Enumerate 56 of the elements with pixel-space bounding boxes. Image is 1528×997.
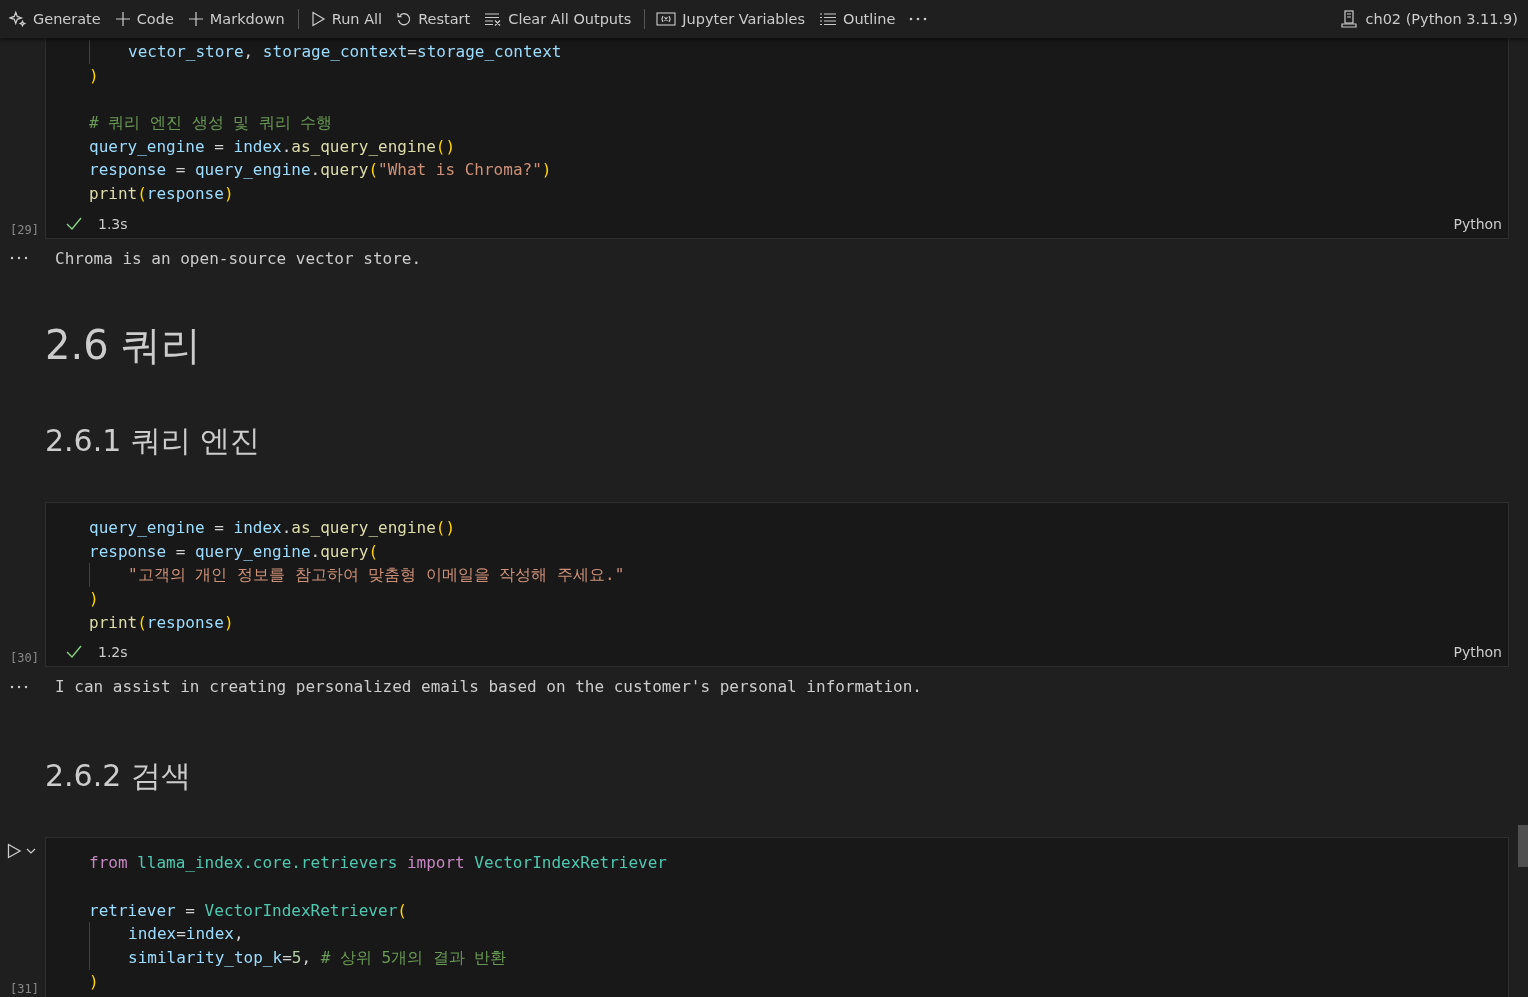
code-line: )	[89, 64, 100, 87]
kernel-picker[interactable]: ch02 (Python 3.11.9)	[1335, 7, 1524, 31]
chevron-down-icon	[26, 848, 36, 855]
more-icon[interactable]	[909, 17, 928, 21]
code-line: print(response)	[89, 611, 235, 634]
language-label[interactable]: Python	[1453, 215, 1502, 232]
variables-button[interactable]: Jupyter Variables	[651, 8, 810, 30]
play-icon	[6, 843, 22, 860]
cell-output: I can assist in creating personalized emails based on the customer's personal information.	[55, 677, 922, 697]
code-line: response = query_engine.query(	[89, 540, 379, 563]
code-line: from llama_index.core.retrievers import VectorIndexRetriever	[89, 852, 668, 875]
code-cell[interactable]: query_engine = index.as_query_engine() response = query_engine.query( "고객의 개인 정보를 참고하여 맞춤형 이메일을 작성해 주세요." ) print(response) 1.2s Python	[45, 501, 1509, 668]
code-cell[interactable]: vector_store, storage_context=storage_context ) # 쿼리 엔진 생성 및 쿼리 수행 query_engine = index.as_query_engine() response = query_engine.query("What is Chroma?") print(response) 1.3s Python	[45, 38, 1509, 239]
language-label[interactable]: Python	[1453, 644, 1502, 661]
code-cell[interactable]: from llama_index.core.retrievers import VectorIndexRetriever retriever = VectorIndexRetriever( index=index, similarity_top_k=5, # 상위 5개의 결과 반환 )	[45, 837, 1509, 997]
clear-list-icon	[484, 11, 503, 27]
execution-count: [29]	[10, 222, 39, 237]
run-duration: 1.3s	[98, 215, 128, 232]
scrollbar-thumb[interactable]	[1518, 825, 1528, 867]
code-line: retriever = VectorIndexRetriever(	[89, 899, 408, 922]
plus-icon	[114, 11, 131, 27]
code-line: )	[89, 970, 100, 993]
outline-button[interactable]: Outline	[814, 8, 901, 30]
run-cell-button[interactable]	[6, 843, 36, 860]
sparkle-icon	[9, 10, 27, 28]
play-icon	[309, 11, 326, 27]
list-icon	[819, 11, 837, 27]
add-button[interactable]: Markdown	[182, 8, 290, 30]
code-line: vector_store, storage_context=storage_context	[89, 40, 1508, 64]
variables-icon	[656, 11, 677, 27]
restart-button[interactable]: Restart	[391, 8, 476, 30]
code-line: print(response)	[89, 183, 235, 206]
restart-icon	[396, 11, 413, 27]
more-icon[interactable]	[10, 684, 28, 689]
more-icon[interactable]	[10, 256, 28, 261]
plus-icon	[187, 11, 204, 27]
generate-button[interactable]: Generate	[4, 7, 106, 31]
code-line: index=index,	[89, 922, 1508, 946]
section-heading: 2.6 쿼리	[45, 320, 203, 370]
execution-count: [30]	[10, 651, 39, 666]
cell-output: Chroma is an open-source vector store.	[55, 248, 422, 268]
add-button[interactable]: Code	[109, 8, 179, 30]
code-line: )	[89, 587, 100, 610]
code-line: similarity_top_k=5, # 상위 5개의 결과 반환	[89, 946, 1508, 970]
code-line: "고객의 개인 정보를 참고하여 맞춤형 이메일을 작성해 주세요."	[89, 563, 1508, 587]
run-button[interactable]: Run All	[304, 8, 388, 30]
code-line: response = query_engine.query("What is Chroma?")	[89, 159, 553, 182]
section-heading: 2.6.2 검색	[45, 757, 192, 796]
clear-button[interactable]: Clear All Outputs	[479, 8, 637, 30]
section-heading: 2.6.1 쿼리 엔진	[45, 421, 262, 460]
run-duration: 1.2s	[98, 644, 128, 661]
code-line: query_engine = index.as_query_engine()	[89, 135, 457, 158]
code-line: # 쿼리 엔진 생성 및 쿼리 수행	[89, 112, 334, 135]
server-icon	[1341, 10, 1358, 28]
code-line: query_engine = index.as_query_engine()	[89, 516, 457, 539]
execution-count: [31]	[10, 982, 39, 997]
